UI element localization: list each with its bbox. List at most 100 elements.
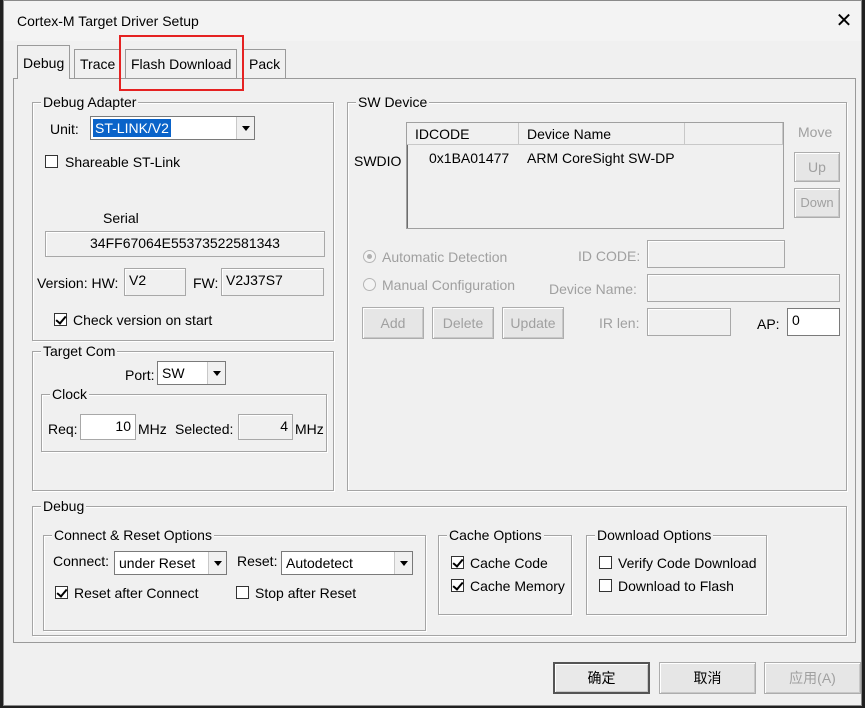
connect-reset-group: Connect & Reset Options Connect: under R…	[43, 526, 426, 631]
reset-label: Reset:	[237, 553, 278, 569]
id-code-label: ID CODE:	[578, 248, 641, 264]
down-button[interactable]: Down	[794, 188, 840, 218]
download-to-flash-checkbox[interactable]	[599, 579, 612, 592]
automatic-detection-label: Automatic Detection	[382, 249, 508, 265]
group-legend: Debug	[41, 497, 87, 515]
hw-version-field: V2	[124, 268, 186, 296]
connect-value: under Reset	[119, 555, 196, 571]
check-version-checkbox[interactable]	[54, 313, 67, 326]
group-legend: Cache Options	[447, 526, 544, 544]
tab-label: Pack	[249, 56, 281, 72]
cache-memory-checkbox[interactable]	[451, 579, 464, 592]
swdio-label: SWDIO	[354, 153, 402, 169]
group-legend: Clock	[50, 385, 90, 403]
group-legend: Connect & Reset Options	[52, 526, 214, 544]
ok-button[interactable]: 确定	[553, 662, 650, 694]
fw-version-field: V2J37S7	[221, 268, 324, 296]
manual-configuration-label: Manual Configuration	[382, 277, 516, 293]
manual-configuration-radio[interactable]	[363, 278, 376, 291]
reset-after-connect-checkbox[interactable]	[55, 586, 68, 599]
selected-unit: MHz	[295, 421, 324, 437]
chevron-down-icon[interactable]	[207, 362, 225, 384]
selected-field: 4	[238, 414, 293, 440]
debug-adapter-group: Debug Adapter Unit: ST-LINK/V2 Shareable…	[32, 93, 334, 341]
window-title: Cortex-M Target Driver Setup	[17, 13, 199, 29]
add-button[interactable]: Add	[362, 307, 424, 339]
unit-label: Unit:	[50, 121, 79, 137]
apply-button[interactable]: 应用(A)	[764, 662, 861, 694]
ap-label: AP:	[757, 316, 780, 332]
group-legend: Target Com	[41, 342, 118, 360]
chevron-down-icon[interactable]	[208, 552, 226, 574]
port-label: Port:	[125, 367, 155, 383]
connect-select[interactable]: under Reset	[114, 551, 227, 575]
title-bar: Cortex-M Target Driver Setup ✕	[4, 1, 861, 41]
column-header-device-name[interactable]: Device Name	[519, 123, 685, 145]
stop-after-reset-label: Stop after Reset	[255, 585, 357, 601]
cache-memory-label: Cache Memory	[470, 578, 565, 594]
stop-after-reset-checkbox[interactable]	[236, 586, 249, 599]
group-legend: Debug Adapter	[41, 93, 139, 111]
fw-label: FW:	[193, 275, 219, 291]
reset-after-connect-label: Reset after Connect	[74, 585, 199, 601]
cache-options-group: Cache Options Cache Code Cache Memory	[438, 526, 572, 615]
cancel-button[interactable]: 取消	[659, 662, 756, 694]
ap-input[interactable]: 0	[787, 308, 840, 336]
port-select[interactable]: SW	[157, 361, 226, 385]
chevron-down-icon[interactable]	[394, 552, 412, 574]
connect-label: Connect:	[53, 553, 110, 569]
reset-select[interactable]: Autodetect	[281, 551, 413, 575]
group-legend: Download Options	[595, 526, 714, 544]
move-label: Move	[798, 124, 833, 140]
tab-label: Debug	[23, 55, 65, 71]
debug-group: Debug Connect & Reset Options Connect: u…	[32, 497, 847, 636]
device-name-label: Device Name:	[549, 281, 637, 297]
column-header-idcode[interactable]: IDCODE	[407, 123, 519, 145]
device-list[interactable]: IDCODE Device Name 0x1BA01477 ARM CoreSi…	[406, 122, 784, 229]
up-button[interactable]: Up	[794, 152, 840, 182]
sw-device-group: SW Device SWDIO IDCODE Device Name 0x1BA…	[347, 93, 847, 491]
cache-code-label: Cache Code	[470, 555, 548, 571]
device-name-field[interactable]	[647, 274, 840, 302]
close-icon[interactable]: ✕	[831, 8, 857, 34]
clock-group: Clock Req: 10 MHz Selected: 4 MHz	[41, 385, 327, 452]
update-button[interactable]: Update	[502, 307, 564, 339]
table-row[interactable]: 0x1BA01477 ARM CoreSight SW-DP	[407, 150, 783, 168]
reset-value: Autodetect	[286, 555, 353, 571]
id-code-field[interactable]	[647, 240, 785, 268]
req-input[interactable]: 10	[80, 414, 136, 440]
req-unit: MHz	[138, 421, 167, 437]
dialog-window: Cortex-M Target Driver Setup ✕ Debug Tra…	[3, 0, 862, 706]
download-to-flash-label: Download to Flash	[618, 578, 734, 594]
check-version-label: Check version on start	[73, 312, 213, 328]
serial-field: 34FF67064E55373522581343	[45, 231, 325, 257]
automatic-detection-radio[interactable]	[363, 250, 376, 263]
verify-code-download-label: Verify Code Download	[618, 555, 757, 571]
tab-label: Trace	[80, 56, 116, 72]
serial-label: Serial	[103, 210, 139, 226]
tab-label: Flash Download	[131, 56, 232, 72]
chevron-down-icon[interactable]	[236, 117, 254, 139]
version-hw-label: Version: HW:	[37, 275, 119, 291]
tab-pack[interactable]: Pack	[243, 49, 287, 78]
req-label: Req:	[48, 421, 78, 437]
shareable-checkbox[interactable]	[45, 155, 58, 168]
tab-flash-download[interactable]: Flash Download	[125, 49, 238, 78]
target-com-group: Target Com Port: SW Clock Req: 10 MHz Se…	[32, 342, 334, 491]
column-header-empty	[685, 123, 783, 145]
unit-select[interactable]: ST-LINK/V2	[90, 116, 255, 140]
verify-code-download-checkbox[interactable]	[599, 556, 612, 569]
cache-code-checkbox[interactable]	[451, 556, 464, 569]
shareable-label: Shareable ST-Link	[65, 154, 181, 170]
selected-label: Selected:	[175, 421, 234, 437]
ir-len-field[interactable]	[647, 308, 731, 336]
device-name-cell: ARM CoreSight SW-DP	[527, 150, 675, 166]
tab-trace[interactable]: Trace	[74, 49, 122, 78]
idcode-cell: 0x1BA01477	[429, 150, 510, 166]
download-options-group: Download Options Verify Code Download Do…	[586, 526, 767, 615]
port-value: SW	[162, 365, 185, 381]
ir-len-label: IR len:	[599, 315, 640, 331]
group-legend: SW Device	[356, 93, 430, 111]
delete-button[interactable]: Delete	[432, 307, 494, 339]
tab-debug[interactable]: Debug	[17, 45, 71, 79]
